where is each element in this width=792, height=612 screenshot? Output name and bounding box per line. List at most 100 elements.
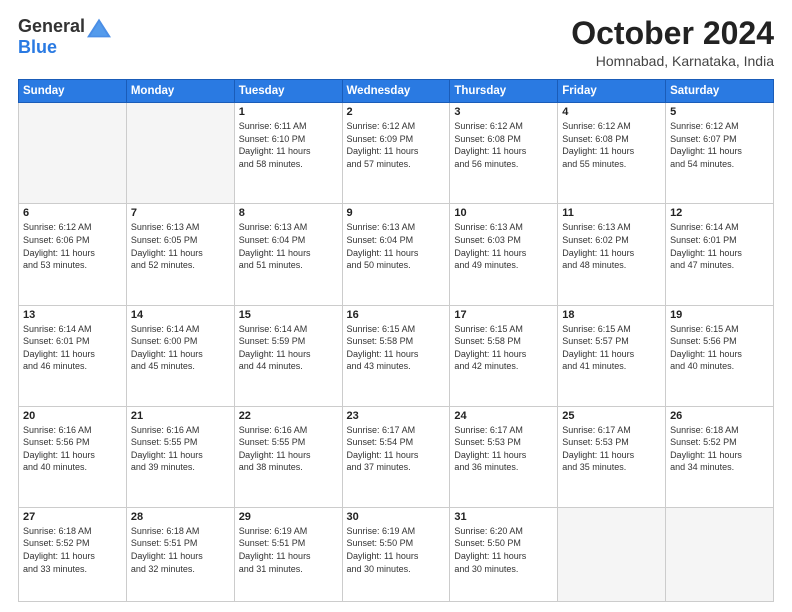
day-info: Sunrise: 6:14 AM Sunset: 6:00 PM Dayligh… xyxy=(131,323,230,373)
day-info: Sunrise: 6:14 AM Sunset: 6:01 PM Dayligh… xyxy=(670,221,769,271)
day-info: Sunrise: 6:12 AM Sunset: 6:08 PM Dayligh… xyxy=(562,120,661,170)
day-info: Sunrise: 6:11 AM Sunset: 6:10 PM Dayligh… xyxy=(239,120,338,170)
calendar-cell: 9 Sunrise: 6:13 AM Sunset: 6:04 PM Daylig… xyxy=(342,204,450,305)
logo-blue-text: Blue xyxy=(18,37,57,57)
month-title: October 2024 xyxy=(571,16,774,51)
day-info: Sunrise: 6:15 AM Sunset: 5:58 PM Dayligh… xyxy=(347,323,446,373)
calendar-cell: 5Sunrise: 6:12 AM Sunset: 6:07 PM Daylig… xyxy=(666,103,774,204)
day-info: Sunrise: 6:13 AM Sunset: 6:05 PM Dayligh… xyxy=(131,221,230,271)
calendar-cell: 18Sunrise: 6:15 AM Sunset: 5:57 PM Dayli… xyxy=(558,305,666,406)
calendar-cell: 17 Sunrise: 6:15 AM Sunset: 5:58 PM Dayli… xyxy=(450,305,558,406)
day-info: Sunrise: 6:12 AM Sunset: 6:09 PM Dayligh… xyxy=(347,120,446,170)
calendar-cell: 23 Sunrise: 6:17 AM Sunset: 5:54 PM Dayli… xyxy=(342,406,450,507)
day-info: Sunrise: 6:12 AM Sunset: 6:06 PM Dayligh… xyxy=(23,221,122,271)
day-info: Sunrise: 6:13 AM Sunset: 6:02 PM Dayligh… xyxy=(562,221,661,271)
calendar-cell: 21Sunrise: 6:16 AM Sunset: 5:55 PM Dayli… xyxy=(126,406,234,507)
day-number: 14 xyxy=(131,309,230,321)
day-number: 23 xyxy=(347,410,446,422)
week-row-4: 20 Sunrise: 6:16 AM Sunset: 5:56 PM Dayli… xyxy=(19,406,774,507)
weekday-sunday: Sunday xyxy=(19,80,127,103)
day-info: Sunrise: 6:14 AM Sunset: 6:01 PM Dayligh… xyxy=(23,323,122,373)
day-number: 19 xyxy=(670,309,769,321)
calendar-cell: 11Sunrise: 6:13 AM Sunset: 6:02 PM Dayli… xyxy=(558,204,666,305)
calendar-cell: 6 Sunrise: 6:12 AM Sunset: 6:06 PM Daylig… xyxy=(19,204,127,305)
calendar-cell: 31 Sunrise: 6:20 AM Sunset: 5:50 PM Dayli… xyxy=(450,507,558,601)
weekday-wednesday: Wednesday xyxy=(342,80,450,103)
day-number: 7 xyxy=(131,207,230,219)
calendar-cell: 28 Sunrise: 6:18 AM Sunset: 5:51 PM Dayli… xyxy=(126,507,234,601)
calendar-cell: 16 Sunrise: 6:15 AM Sunset: 5:58 PM Dayli… xyxy=(342,305,450,406)
calendar-cell: 19Sunrise: 6:15 AM Sunset: 5:56 PM Dayli… xyxy=(666,305,774,406)
calendar-cell: 12 Sunrise: 6:14 AM Sunset: 6:01 PM Dayli… xyxy=(666,204,774,305)
calendar-cell xyxy=(126,103,234,204)
day-number: 15 xyxy=(239,309,338,321)
day-info: Sunrise: 6:16 AM Sunset: 5:56 PM Dayligh… xyxy=(23,424,122,474)
calendar-cell: 27 Sunrise: 6:18 AM Sunset: 5:52 PM Dayli… xyxy=(19,507,127,601)
calendar-cell: 24 Sunrise: 6:17 AM Sunset: 5:53 PM Dayli… xyxy=(450,406,558,507)
day-number: 6 xyxy=(23,207,122,219)
calendar-cell: 25 Sunrise: 6:17 AM Sunset: 5:53 PM Dayli… xyxy=(558,406,666,507)
day-number: 27 xyxy=(23,511,122,523)
day-info: Sunrise: 6:15 AM Sunset: 5:58 PM Dayligh… xyxy=(454,323,553,373)
calendar-cell: 1Sunrise: 6:11 AM Sunset: 6:10 PM Daylig… xyxy=(234,103,342,204)
day-number: 9 xyxy=(347,207,446,219)
day-number: 22 xyxy=(239,410,338,422)
day-info: Sunrise: 6:18 AM Sunset: 5:52 PM Dayligh… xyxy=(670,424,769,474)
title-block: October 2024 Homnabad, Karnataka, India xyxy=(571,16,774,69)
calendar-cell: 7 Sunrise: 6:13 AM Sunset: 6:05 PM Daylig… xyxy=(126,204,234,305)
day-number: 20 xyxy=(23,410,122,422)
calendar-cell xyxy=(19,103,127,204)
day-info: Sunrise: 6:15 AM Sunset: 5:57 PM Dayligh… xyxy=(562,323,661,373)
calendar-cell: 15Sunrise: 6:14 AM Sunset: 5:59 PM Dayli… xyxy=(234,305,342,406)
weekday-friday: Friday xyxy=(558,80,666,103)
day-number: 12 xyxy=(670,207,769,219)
calendar-cell: 8Sunrise: 6:13 AM Sunset: 6:04 PM Daylig… xyxy=(234,204,342,305)
week-row-1: 1Sunrise: 6:11 AM Sunset: 6:10 PM Daylig… xyxy=(19,103,774,204)
day-info: Sunrise: 6:12 AM Sunset: 6:07 PM Dayligh… xyxy=(670,120,769,170)
day-info: Sunrise: 6:17 AM Sunset: 5:54 PM Dayligh… xyxy=(347,424,446,474)
day-number: 10 xyxy=(454,207,553,219)
day-info: Sunrise: 6:13 AM Sunset: 6:03 PM Dayligh… xyxy=(454,221,553,271)
day-number: 8 xyxy=(239,207,338,219)
week-row-5: 27 Sunrise: 6:18 AM Sunset: 5:52 PM Dayli… xyxy=(19,507,774,601)
day-info: Sunrise: 6:13 AM Sunset: 6:04 PM Dayligh… xyxy=(347,221,446,271)
day-info: Sunrise: 6:19 AM Sunset: 5:50 PM Dayligh… xyxy=(347,525,446,575)
day-number: 13 xyxy=(23,309,122,321)
weekday-tuesday: Tuesday xyxy=(234,80,342,103)
calendar-cell: 3Sunrise: 6:12 AM Sunset: 6:08 PM Daylig… xyxy=(450,103,558,204)
calendar-cell: 26 Sunrise: 6:18 AM Sunset: 5:52 PM Dayli… xyxy=(666,406,774,507)
day-number: 26 xyxy=(670,410,769,422)
logo-icon xyxy=(87,18,111,38)
day-number: 21 xyxy=(131,410,230,422)
day-number: 16 xyxy=(347,309,446,321)
calendar-cell: 22Sunrise: 6:16 AM Sunset: 5:55 PM Dayli… xyxy=(234,406,342,507)
logo: General Blue xyxy=(18,16,111,58)
day-info: Sunrise: 6:18 AM Sunset: 5:51 PM Dayligh… xyxy=(131,525,230,575)
day-info: Sunrise: 6:17 AM Sunset: 5:53 PM Dayligh… xyxy=(454,424,553,474)
day-number: 29 xyxy=(239,511,338,523)
calendar-cell: 29Sunrise: 6:19 AM Sunset: 5:51 PM Dayli… xyxy=(234,507,342,601)
day-number: 17 xyxy=(454,309,553,321)
week-row-3: 13 Sunrise: 6:14 AM Sunset: 6:01 PM Dayli… xyxy=(19,305,774,406)
day-info: Sunrise: 6:20 AM Sunset: 5:50 PM Dayligh… xyxy=(454,525,553,575)
calendar-cell: 14 Sunrise: 6:14 AM Sunset: 6:00 PM Dayli… xyxy=(126,305,234,406)
day-number: 24 xyxy=(454,410,553,422)
calendar-cell: 4 Sunrise: 6:12 AM Sunset: 6:08 PM Daylig… xyxy=(558,103,666,204)
day-info: Sunrise: 6:18 AM Sunset: 5:52 PM Dayligh… xyxy=(23,525,122,575)
day-number: 30 xyxy=(347,511,446,523)
calendar-cell: 20 Sunrise: 6:16 AM Sunset: 5:56 PM Dayli… xyxy=(19,406,127,507)
weekday-thursday: Thursday xyxy=(450,80,558,103)
calendar-cell: 30 Sunrise: 6:19 AM Sunset: 5:50 PM Dayli… xyxy=(342,507,450,601)
day-number: 28 xyxy=(131,511,230,523)
calendar-cell: 13 Sunrise: 6:14 AM Sunset: 6:01 PM Dayli… xyxy=(19,305,127,406)
day-info: Sunrise: 6:17 AM Sunset: 5:53 PM Dayligh… xyxy=(562,424,661,474)
header: General Blue October 2024 Homnabad, Karn… xyxy=(18,16,774,69)
page: General Blue October 2024 Homnabad, Karn… xyxy=(0,0,792,612)
day-number: 4 xyxy=(562,106,661,118)
day-number: 25 xyxy=(562,410,661,422)
calendar-cell xyxy=(666,507,774,601)
weekday-monday: Monday xyxy=(126,80,234,103)
day-number: 31 xyxy=(454,511,553,523)
location: Homnabad, Karnataka, India xyxy=(571,53,774,69)
day-number: 3 xyxy=(454,106,553,118)
